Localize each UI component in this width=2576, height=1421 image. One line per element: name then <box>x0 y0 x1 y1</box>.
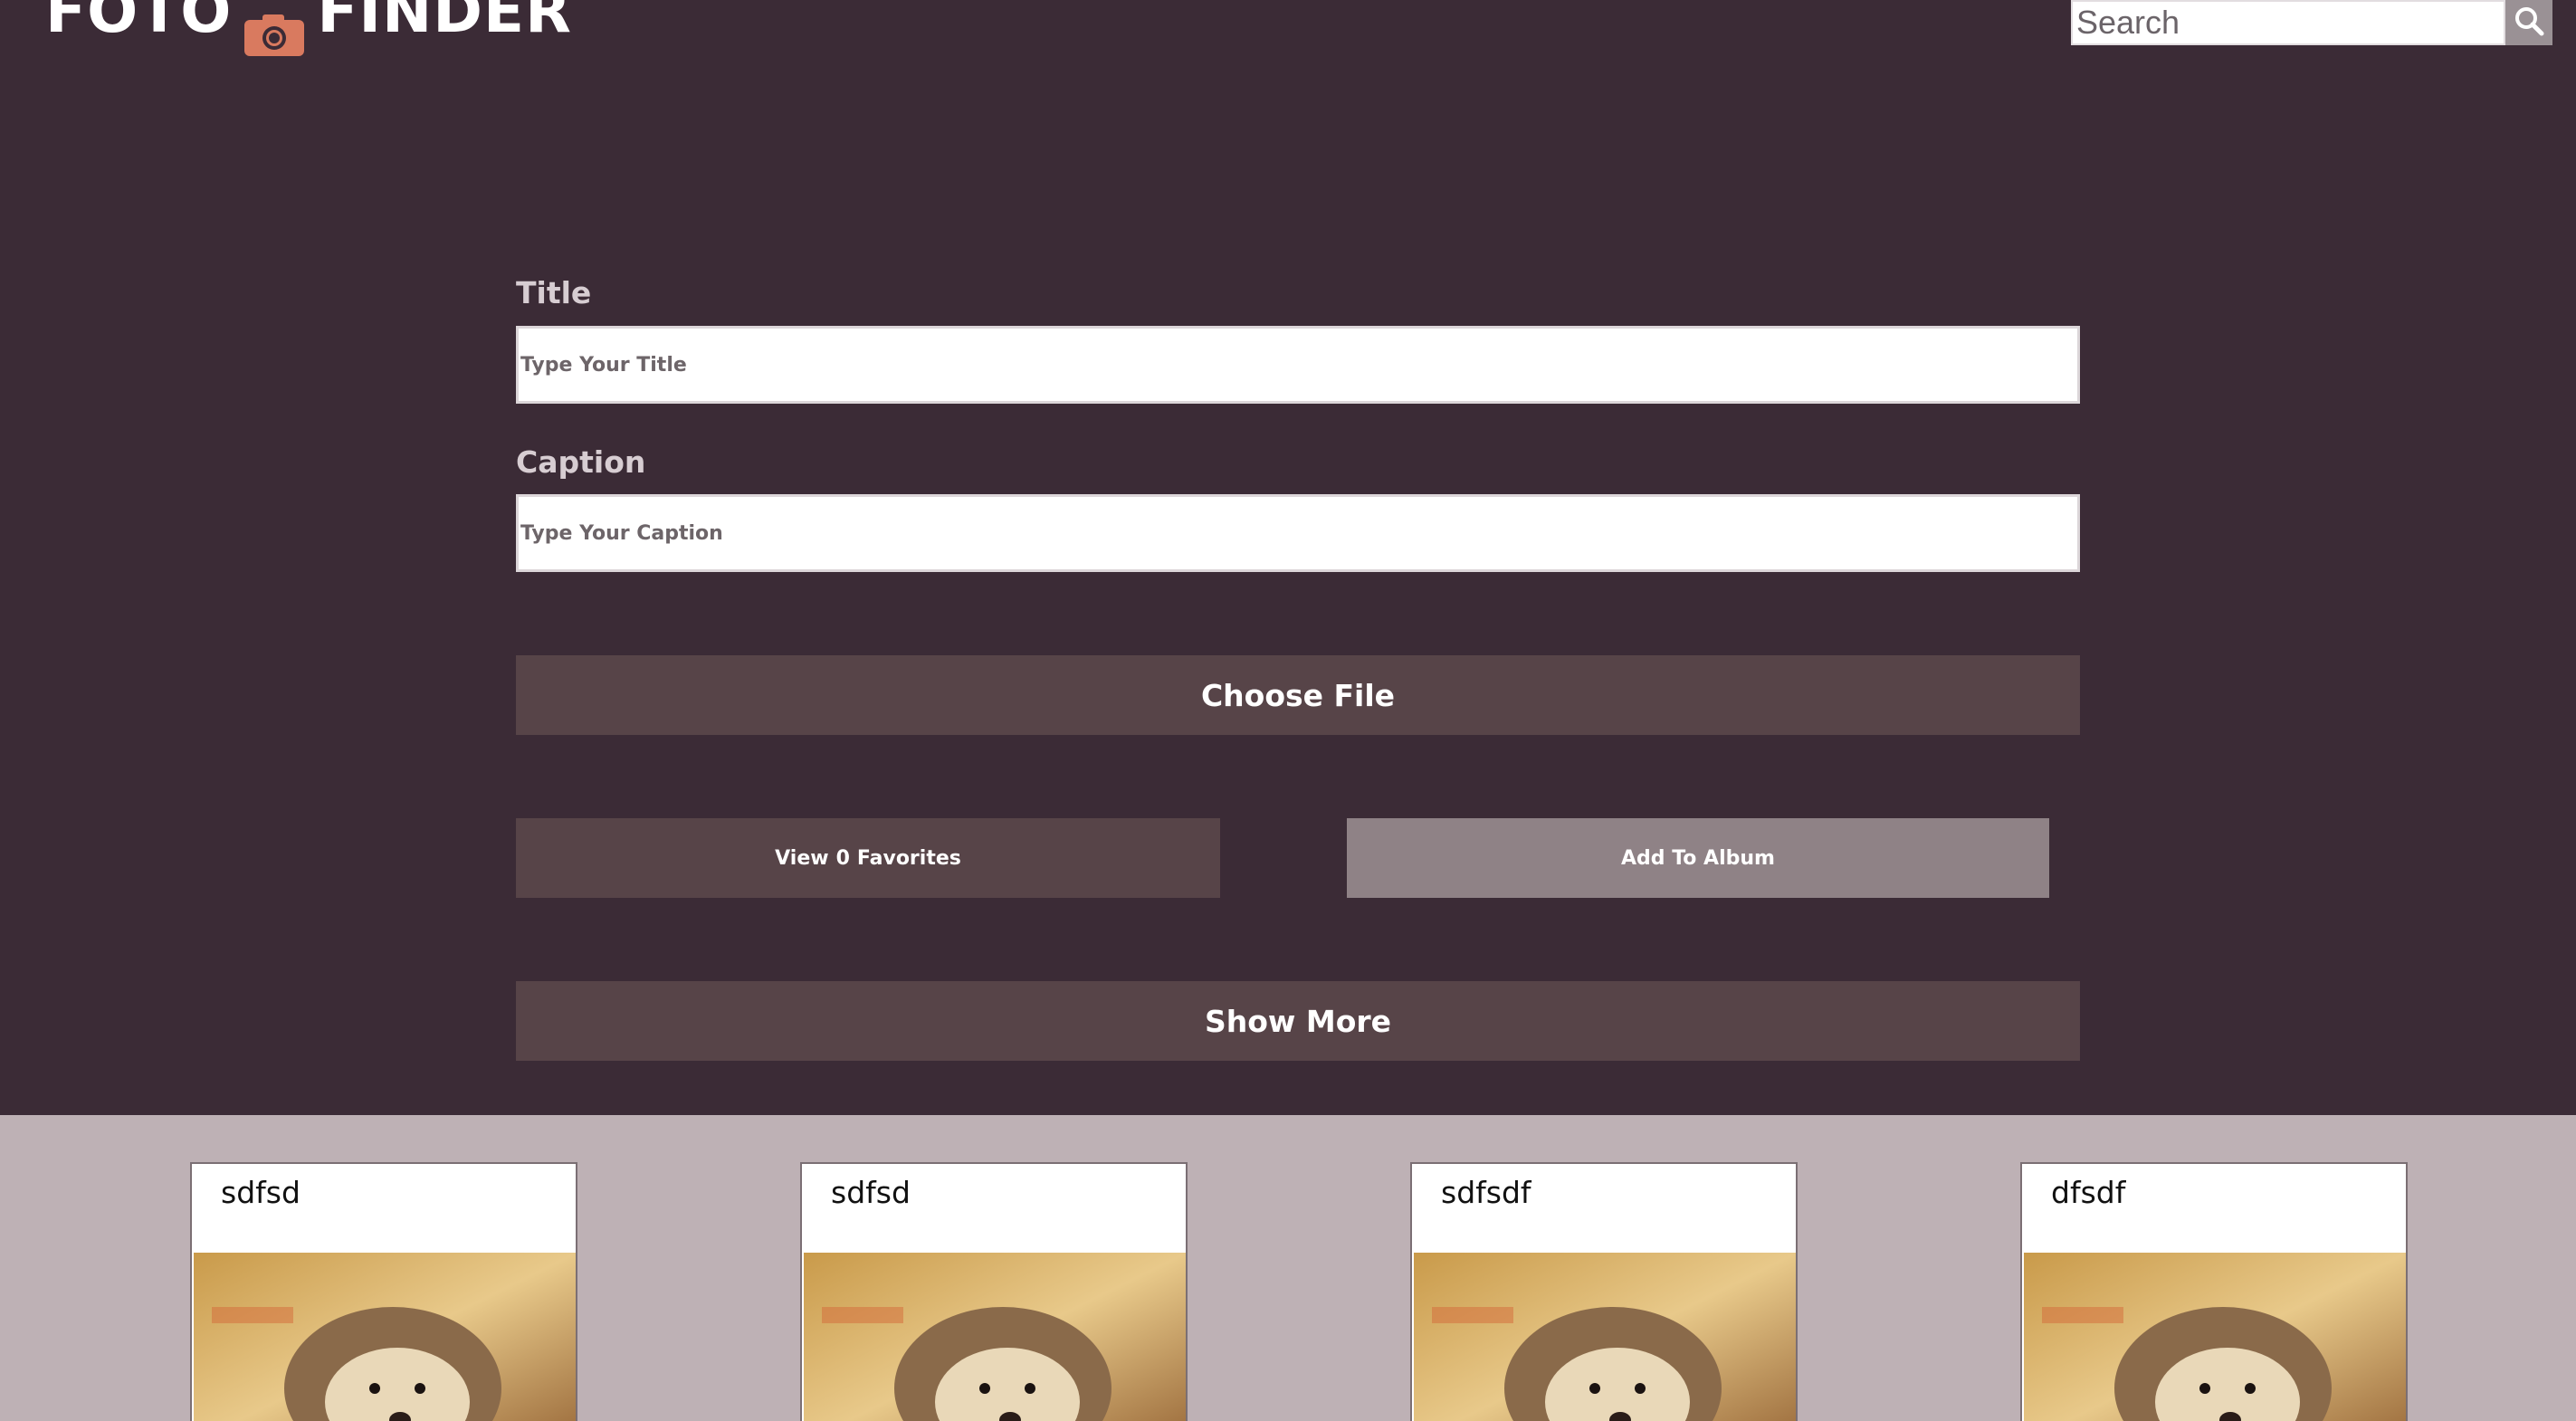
logo-text-foto: FOTO <box>45 0 233 46</box>
hedgehog-photo <box>194 1253 576 1421</box>
logo-text-finder: FINDER <box>317 0 572 46</box>
photo-card[interactable]: sdfsd <box>800 1162 1188 1421</box>
photo-card[interactable]: sdfsdf <box>1410 1162 1798 1421</box>
photo-card-title: sdfsd <box>831 1175 911 1210</box>
hedgehog-photo <box>1414 1253 1796 1421</box>
show-more-button[interactable]: Show More <box>516 981 2080 1061</box>
logo[interactable]: FOTO FINDER <box>45 0 572 56</box>
title-input[interactable] <box>516 326 2080 404</box>
photo-card-title: sdfsdf <box>1441 1175 1531 1210</box>
caption-input[interactable] <box>516 494 2080 572</box>
photo-card[interactable]: sdfsd <box>190 1162 577 1421</box>
view-favorites-button[interactable]: View 0 Favorites <box>516 818 1220 898</box>
caption-label: Caption <box>516 444 646 480</box>
view-favorites-suffix: Favorites <box>856 846 961 870</box>
hedgehog-photo <box>804 1253 1186 1421</box>
add-to-album-button[interactable]: Add To Album <box>1347 818 2049 898</box>
hedgehog-photo <box>2024 1253 2406 1421</box>
view-favorites-prefix: View <box>775 846 829 870</box>
photo-card-title: sdfsd <box>221 1175 301 1210</box>
choose-file-button[interactable]: Choose File <box>516 655 2080 735</box>
photo-card-title: dfsdf <box>2051 1175 2126 1210</box>
photo-card[interactable]: dfsdf <box>2020 1162 2408 1421</box>
search-button[interactable] <box>2505 0 2552 45</box>
favorites-count: 0 <box>835 846 850 870</box>
header: FOTO FINDER <box>0 0 2576 91</box>
search-icon <box>2514 5 2544 40</box>
search-input[interactable] <box>2071 0 2505 45</box>
title-label: Title <box>516 275 592 310</box>
camera-icon <box>244 1 305 56</box>
